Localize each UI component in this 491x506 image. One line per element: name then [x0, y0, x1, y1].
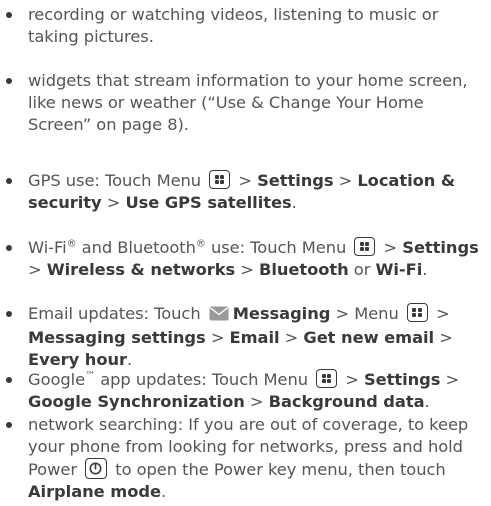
- bullet-item: Email updates: Touch Messaging > Menu > …: [6, 303, 490, 371]
- body-text: use: Touch Menu: [205, 238, 352, 257]
- power-key-icon: [85, 458, 108, 479]
- bullet-dot-icon: [6, 377, 12, 383]
- envelope-icon: [209, 305, 229, 327]
- menu-path-label: Settings: [257, 171, 334, 190]
- bullet-item: widgets that stream information to your …: [6, 70, 490, 136]
- body-text: .: [424, 392, 430, 411]
- body-text: .: [160, 482, 167, 501]
- body-text: .: [422, 260, 428, 279]
- trademark-symbol: ®: [195, 238, 206, 250]
- body-text: >: [244, 392, 269, 411]
- menu-key-icon: [209, 170, 231, 189]
- bullet-item: Google™ app updates: Touch Menu > Settin…: [6, 369, 490, 413]
- body-text: >: [440, 370, 460, 389]
- menu-path-label: Get new email: [303, 328, 435, 347]
- menu-path-label: Airplane mode: [28, 482, 161, 501]
- menu-path-label: Wireless & networks: [46, 260, 236, 279]
- menu-path-label: Use GPS satellites: [125, 193, 292, 212]
- menu-path-label: Settings: [363, 370, 441, 389]
- menu-path-label: Bluetooth: [258, 260, 349, 279]
- body-text: >: [434, 328, 453, 347]
- body-text: widgets that stream information to your …: [28, 71, 468, 134]
- body-text: >: [28, 260, 47, 279]
- body-text: >: [378, 238, 403, 257]
- bullet-dot-icon: [6, 78, 12, 84]
- menu-path-label: Messaging: [232, 304, 331, 323]
- body-text: and Bluetooth: [76, 238, 196, 257]
- bullet-item: Wi-Fi® and Bluetooth® use: Touch Menu > …: [6, 237, 490, 281]
- body-text: >: [205, 328, 230, 347]
- menu-path-label: Wi-Fi: [375, 260, 423, 279]
- body-text: >: [430, 304, 450, 323]
- menu-key-icon: [354, 237, 376, 256]
- body-text: >: [233, 171, 258, 190]
- body-text: >: [101, 193, 126, 212]
- bullet-dot-icon: [6, 245, 12, 251]
- body-text: > Menu: [330, 304, 404, 323]
- body-text: >: [279, 328, 304, 347]
- body-text: Wi-Fi: [28, 238, 67, 257]
- body-text: to open the Power key menu, then touch: [110, 460, 446, 479]
- menu-path-label: Google Synchronization: [28, 392, 245, 411]
- body-text: recording or watching videos, listening …: [28, 5, 439, 46]
- bullet-dot-icon: [6, 12, 12, 18]
- body-text: or: [348, 260, 376, 279]
- body-text: >: [333, 171, 358, 190]
- trademark-symbol: ®: [66, 238, 77, 250]
- body-text: .: [291, 193, 297, 212]
- menu-path-label: Background data: [268, 392, 425, 411]
- bullet-dot-icon: [6, 422, 12, 428]
- menu-key-icon: [406, 303, 428, 322]
- menu-path-label: Settings: [402, 238, 479, 257]
- menu-path-label: Email: [229, 328, 280, 347]
- bullet-item: GPS use: Touch Menu > Settings > Locatio…: [6, 170, 490, 214]
- body-text: Google: [28, 370, 86, 389]
- body-text: Email updates: Touch: [28, 304, 206, 323]
- manual-page: recording or watching videos, listening …: [0, 0, 491, 506]
- menu-path-label: Messaging settings: [28, 328, 206, 347]
- bullet-item: recording or watching videos, listening …: [6, 4, 490, 48]
- menu-path-label: Every hour: [28, 350, 127, 369]
- bullet-item: network searching: If you are out of cov…: [6, 414, 490, 503]
- body-text: app updates: Touch Menu: [95, 370, 314, 389]
- menu-key-icon: [316, 369, 338, 388]
- body-text: >: [340, 370, 364, 389]
- body-text: >: [235, 260, 259, 279]
- bullet-dot-icon: [6, 311, 12, 317]
- body-text: .: [126, 350, 133, 369]
- body-text: GPS use: Touch Menu: [28, 171, 207, 190]
- trademark-symbol: ™: [85, 370, 96, 382]
- bullet-dot-icon: [6, 178, 12, 184]
